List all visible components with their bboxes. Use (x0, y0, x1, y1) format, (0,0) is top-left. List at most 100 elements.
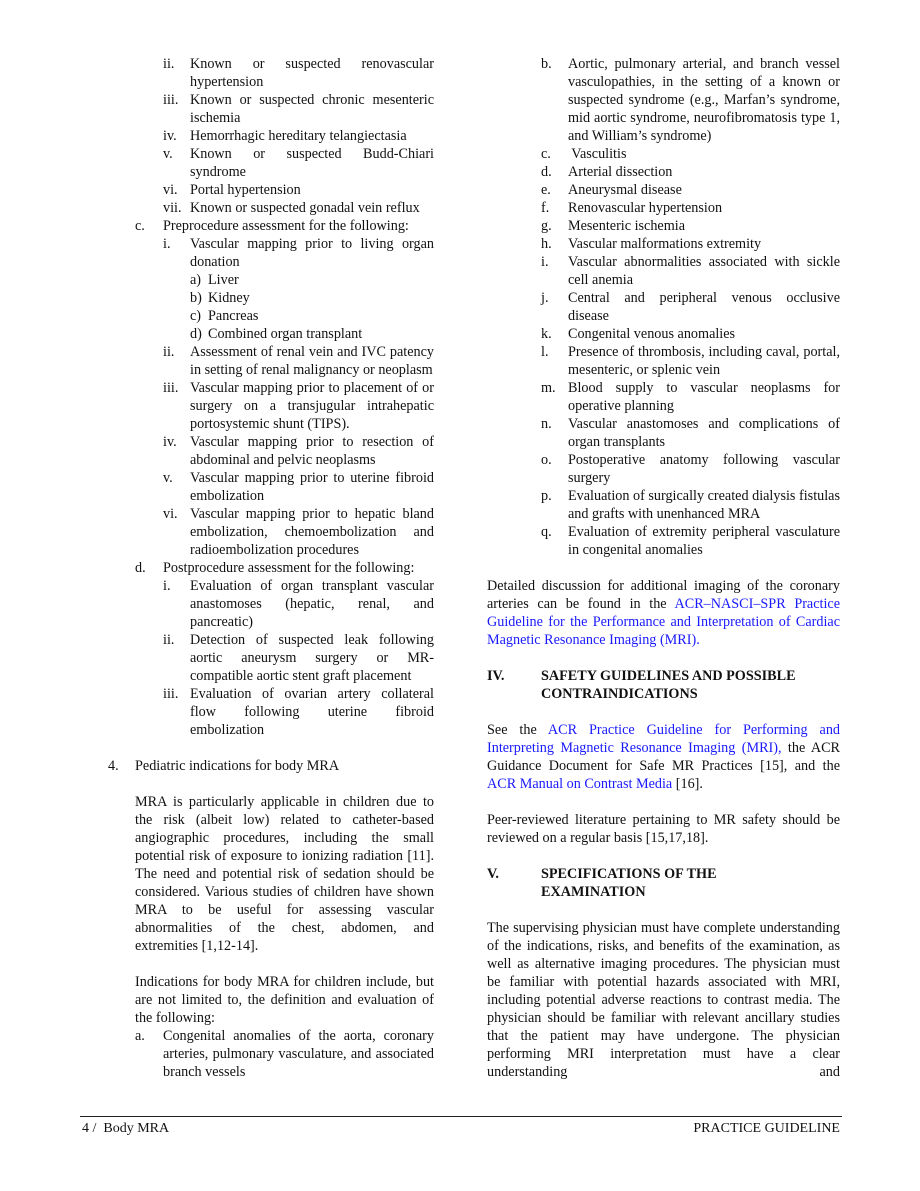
list-marker: ii. (163, 56, 175, 72)
list-text: Postprocedure assessment for the followi… (163, 560, 415, 576)
list-marker: j. (541, 290, 549, 306)
paragraph-specifications: The supervising physician must have comp… (487, 920, 840, 1080)
footer-document-type: PRACTICE GUIDELINE (693, 1121, 840, 1136)
list-item: i. Vascular mapping prior to living organ… (108, 235, 434, 271)
list-text: Evaluation of ovarian artery collateral … (190, 686, 434, 738)
list-text: Vascular mapping prior to uterine fibroi… (190, 470, 434, 504)
section-title-line: SPECIFICATIONS OF THE (541, 866, 717, 882)
section-title-line: CONTRAINDICATIONS (541, 686, 698, 702)
list-item: i. Vascular abnormalities associated with… (487, 253, 840, 289)
list-marker: m. (541, 380, 556, 396)
list-item: f. Renovascular hypertension (487, 199, 840, 217)
list-item: ii. Detection of suspected leak following… (108, 631, 434, 685)
list-item: q. Evaluation of extremity peripheral vas… (487, 523, 840, 559)
list-marker: c) (190, 308, 202, 324)
section-number: IV. (487, 668, 505, 684)
list-item: o. Postoperative anatomy following vascul… (487, 451, 840, 487)
list-marker: g. (541, 218, 552, 234)
list-text: Evaluation of extremity peripheral vascu… (568, 524, 840, 558)
list-marker: vii. (163, 200, 182, 216)
list-item-d: d. Postprocedure assessment for the follo… (108, 559, 434, 577)
list-marker: k. (541, 326, 552, 342)
section-4-heading: 4. Pediatric indications for body MRA (108, 757, 434, 775)
list-item: d. Arterial dissection (487, 163, 840, 181)
list-item: n. Vascular anastomoses and complications… (487, 415, 840, 451)
page-footer: 4 / Body MRA PRACTICE GUIDELINE (82, 1120, 840, 1138)
list-item: ii. Assessment of renal vein and IVC pate… (108, 343, 434, 379)
list-text: Known or suspected chronic mesenteric is… (190, 92, 434, 126)
footer-page-label: 4 / Body MRA (82, 1121, 170, 1136)
paragraph-pediatric-indications: Indications for body MRA for children in… (135, 974, 434, 1026)
list-text: Detection of suspected leak following ao… (190, 632, 434, 684)
section-title: SAFETY GUIDELINES AND POSSIBLE CONTRAINDI… (541, 667, 796, 703)
list-text: Preprocedure assessment for the followin… (163, 218, 409, 234)
list-marker: e. (541, 182, 551, 198)
list-text: Central and peripheral venous occlusive … (568, 290, 840, 324)
sub-list-item: c) Pancreas (108, 307, 434, 325)
sub-list-item: d) Combined organ transplant (108, 325, 434, 343)
list-marker: 4. (108, 758, 119, 774)
list-marker: iv. (163, 128, 177, 144)
list-marker: q. (541, 524, 552, 540)
list-item: iv. Vascular mapping prior to resection o… (108, 433, 434, 469)
sub-list-item: b) Kidney (108, 289, 434, 307)
list-item: k. Congenital venous anomalies (487, 325, 840, 343)
link-contrast-media-manual[interactable]: ACR Manual on Contrast Media (487, 776, 672, 792)
pediatric-indications-list: b. Aortic, pulmonary arterial, and branch… (487, 55, 840, 559)
list-marker: d) (190, 326, 202, 342)
list-text: Pancreas (208, 308, 259, 324)
list-text: Portal hypertension (190, 182, 301, 198)
list-text: Renovascular hypertension (568, 200, 723, 216)
section-title-line: SAFETY GUIDELINES AND POSSIBLE (541, 668, 796, 684)
list-marker: h. (541, 236, 552, 252)
paragraph-pediatric-intro: MRA is particularly applicable in childr… (135, 794, 434, 954)
list-marker: iii. (163, 686, 179, 702)
list-text: Vascular abnormalities associated with s… (568, 254, 840, 288)
list-text: Postoperative anatomy following vascular… (568, 452, 840, 486)
sub-list-item: a) Liver (108, 271, 434, 289)
list-text: Assessment of renal vein and IVC patency… (190, 344, 434, 378)
list-text: Vascular mapping prior to hepatic bland … (190, 506, 434, 558)
paragraph-peer-review: Peer-reviewed literature pertaining to M… (487, 812, 840, 846)
section-title-line: EXAMINATION (541, 884, 646, 900)
list-item: iii. Evaluation of ovarian artery collate… (108, 685, 434, 739)
list-marker: vi. (163, 506, 178, 522)
list-marker: a. (135, 1028, 145, 1044)
list-item: m. Blood supply to vascular neoplasms for… (487, 379, 840, 415)
list-text: Vasculitis (568, 146, 627, 162)
list-text: Liver (208, 272, 239, 288)
list-marker: vi. (163, 182, 178, 198)
list-item: e. Aneurysmal disease (487, 181, 840, 199)
paragraph-coronary: Detailed discussion for additional imagi… (487, 577, 840, 649)
list-item: vii. Known or suspected gonadal vein refl… (108, 199, 434, 217)
list-text: Known or suspected Budd-Chiari syndrome (190, 146, 434, 180)
list-item: h. Vascular malformations extremity (487, 235, 840, 253)
list-item: iii. Known or suspected chronic mesenteri… (108, 91, 434, 127)
list-marker: ii. (163, 632, 175, 648)
list-marker: l. (541, 344, 549, 360)
left-column: ii. Known or suspected renovascular hyper… (108, 55, 434, 1081)
list-text: Known or suspected gonadal vein reflux (190, 200, 420, 216)
list-item: l. Presence of thrombosis, including cava… (487, 343, 840, 379)
list-marker: i. (163, 578, 171, 594)
list-marker: a) (190, 272, 202, 288)
list-text: Kidney (208, 290, 250, 306)
list-item: j. Central and peripheral venous occlusiv… (487, 289, 840, 325)
list-item: v. Known or suspected Budd-Chiari syndrom… (108, 145, 434, 181)
list-marker: f. (541, 200, 550, 216)
list-item: c. Vasculitis (487, 145, 840, 163)
list-marker: v. (163, 146, 173, 162)
list-text: Aortic, pulmonary arterial, and branch v… (568, 56, 840, 144)
list-item: vi. Vascular mapping prior to hepatic bla… (108, 505, 434, 559)
list-marker: b. (541, 56, 552, 72)
list-text: Blood supply to vascular neoplasms for o… (568, 380, 840, 414)
list-item: iv. Hemorrhagic hereditary telangiectasia (108, 127, 434, 145)
list-item: i. Evaluation of organ transplant vascula… (108, 577, 434, 631)
section-iv-heading: IV. SAFETY GUIDELINES AND POSSIBLE CONTRA… (487, 667, 840, 703)
list-text: Congenital anomalies of the aorta, coron… (163, 1028, 434, 1080)
list-text: Vascular mapping prior to resection of a… (190, 434, 434, 468)
